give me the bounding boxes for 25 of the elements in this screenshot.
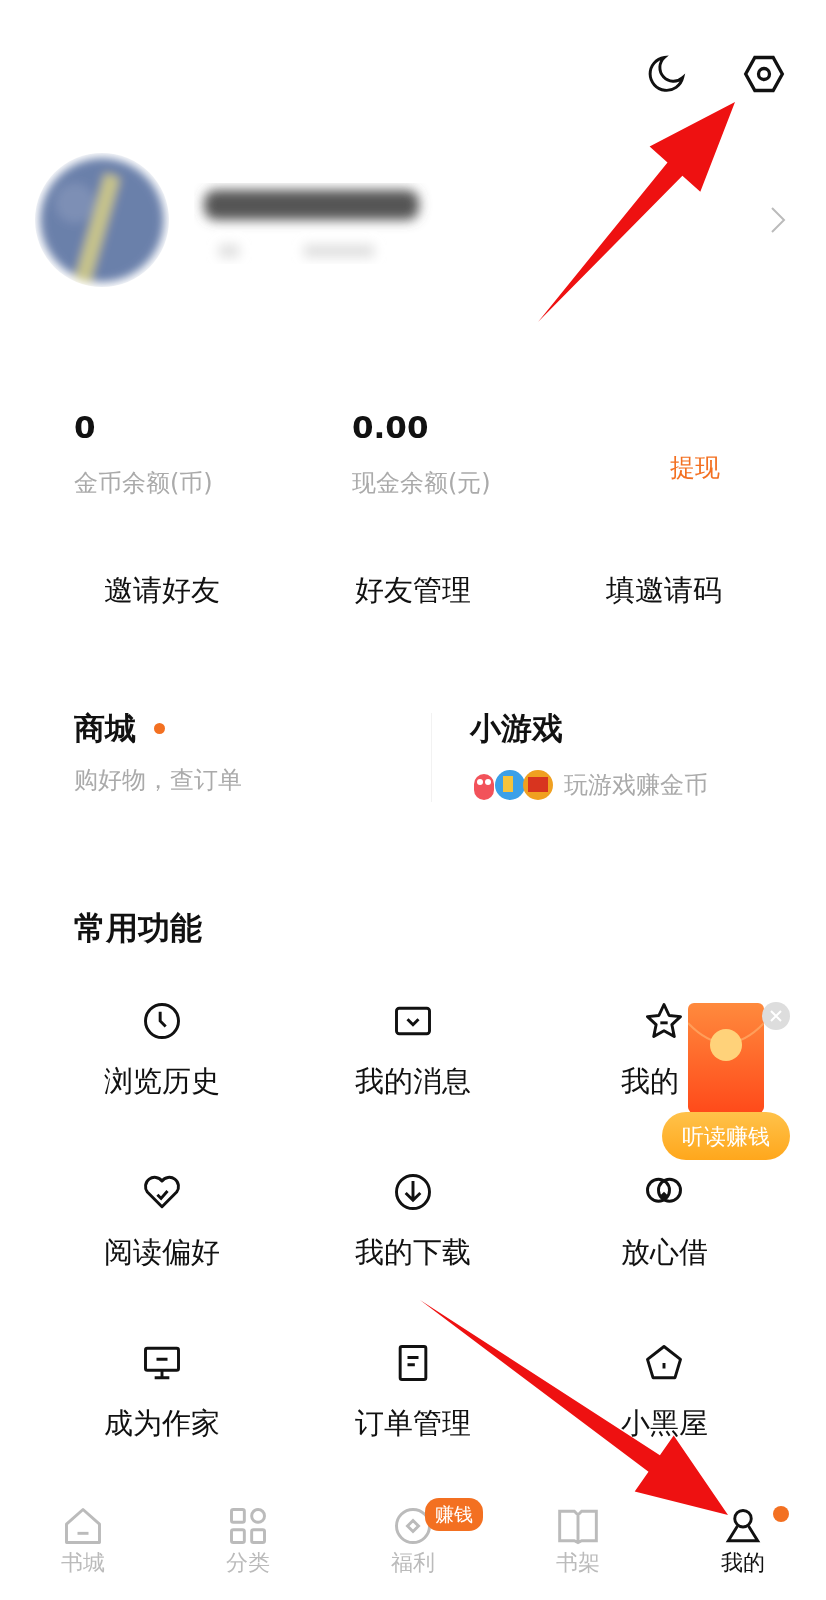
- stat-label: 金币余额(币): [74, 468, 214, 499]
- earn-badge: 赚钱: [425, 1498, 484, 1531]
- stat-value: 0: [74, 412, 97, 443]
- friend-action-link[interactable]: 邀请好友: [36, 569, 288, 613]
- feature-item[interactable]: 小黑屋: [538, 1340, 790, 1438]
- feature-item[interactable]: 放心借: [538, 1169, 790, 1267]
- feature-item[interactable]: 我的消息: [287, 998, 539, 1096]
- feature-item[interactable]: 订单管理: [287, 1340, 539, 1438]
- feature-item[interactable]: 我的: [538, 998, 790, 1096]
- stat-value: 0.00: [352, 412, 430, 443]
- gift-envelope-icon[interactable]: [688, 1003, 764, 1113]
- feature-item[interactable]: 成为作家: [36, 1340, 288, 1438]
- promo-title[interactable]: 商城: [74, 712, 136, 744]
- friend-action-link[interactable]: 好友管理: [287, 569, 539, 613]
- promo-subtitle: 玩游戏赚金币: [563, 772, 708, 797]
- section-title: 常用功能: [74, 911, 203, 944]
- feature-item[interactable]: 阅读偏好: [36, 1169, 288, 1267]
- promo-subtitle: 购好物，查订单: [74, 767, 242, 792]
- promo-title[interactable]: 小游戏: [469, 712, 563, 744]
- stat-label: 现金余额(元): [352, 468, 492, 499]
- chevron-right-icon[interactable]: [770, 206, 786, 234]
- friend-action-link[interactable]: 填邀请码: [538, 569, 790, 613]
- close-icon[interactable]: [762, 1002, 790, 1030]
- feature-item[interactable]: 我的下载: [287, 1169, 539, 1267]
- feature-item[interactable]: 浏览历史: [36, 998, 288, 1096]
